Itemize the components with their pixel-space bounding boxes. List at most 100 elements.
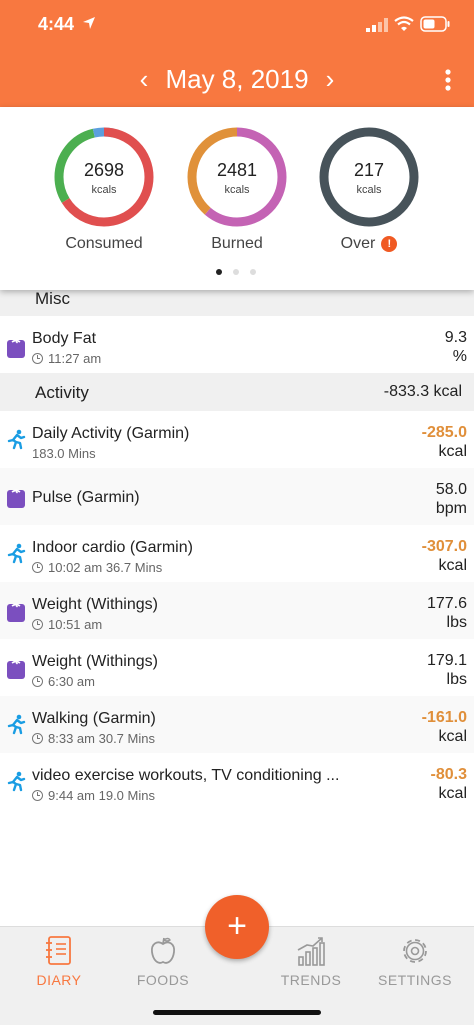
entry-value: 179.1 [426, 652, 467, 669]
entry-meta: 183.0 Mins [32, 446, 96, 461]
section-total: -833.3 kcal [383, 383, 462, 400]
running-icon [7, 429, 26, 450]
list-item[interactable]: Weight (Withings) 10:51 am 177.6 lbs [0, 582, 474, 639]
list-item[interactable]: Weight (Withings) 6:30 am 179.1 lbs [0, 639, 474, 696]
entry-name: Walking (Garmin) [32, 710, 156, 727]
tab-foods[interactable]: FOODS [118, 935, 208, 995]
entry-unit: bpm [435, 500, 467, 517]
over-value: 217 [353, 160, 385, 180]
entry-unit: % [452, 348, 467, 365]
running-icon [7, 771, 26, 792]
clock-icon [32, 562, 43, 573]
entry-unit: kcal [438, 728, 467, 745]
tab-label: TRENDS [280, 972, 342, 988]
home-indicator[interactable] [153, 1010, 321, 1015]
page-dot-active [216, 269, 222, 275]
entry-value: -161.0 [421, 709, 467, 726]
entry-value: 58.0 [435, 481, 467, 498]
wifi-icon [394, 16, 414, 31]
clock-icon [32, 619, 43, 630]
section-header-activity: Activity -833.3 kcal [0, 373, 474, 411]
list-item[interactable]: Indoor cardio (Garmin) 10:02 am 36.7 Min… [0, 525, 474, 582]
list-item[interactable]: Walking (Garmin) 8:33 am 30.7 Mins -161.… [0, 696, 474, 753]
header-bar: 4:44 ‹ May 8, 2019 › [0, 0, 474, 107]
entry-name: Pulse (Garmin) [32, 489, 140, 506]
tab-label: SETTINGS [377, 972, 452, 988]
consumed-unit: kcals [91, 184, 117, 196]
gear-icon [403, 939, 427, 963]
clock-icon [32, 733, 43, 744]
tab-label: FOODS [136, 972, 190, 988]
entry-meta: 6:30 am [32, 674, 95, 689]
tab-trends[interactable]: TRENDS [266, 935, 356, 995]
page-indicator [214, 269, 264, 277]
consumed-label: Consumed [65, 235, 143, 252]
over-label: Over! [294, 235, 444, 253]
entry-name: video exercise workouts, TV conditioning… [32, 767, 340, 784]
add-entry-button[interactable]: + [205, 895, 269, 959]
entry-value: -285.0 [421, 424, 467, 441]
next-day-button[interactable]: › [320, 62, 340, 96]
entry-name: Weight (Withings) [32, 653, 158, 670]
entry-name: Indoor cardio (Garmin) [32, 539, 193, 556]
tab-diary[interactable]: DIARY [14, 935, 104, 995]
clock-icon [32, 676, 43, 687]
scale-icon [7, 339, 25, 358]
calorie-summary-panel[interactable]: 2698 kcals Consumed 2481 kcals Burned 21… [0, 107, 474, 290]
alert-icon: ! [381, 236, 398, 252]
section-header-misc: Misc [0, 290, 474, 316]
entry-name: Daily Activity (Garmin) [32, 425, 190, 442]
entry-meta: 8:33 am 30.7 Mins [32, 731, 155, 746]
entry-unit: lbs [446, 614, 467, 631]
running-icon [7, 543, 26, 564]
scale-icon [7, 603, 25, 622]
current-date[interactable]: May 8, 2019 [158, 62, 316, 96]
diary-icon [46, 936, 71, 965]
date-navigator: ‹ May 8, 2019 › [0, 58, 474, 102]
entry-meta: 10:02 am 36.7 Mins [32, 560, 162, 575]
entry-name: Body Fat [32, 330, 97, 347]
page-dot [233, 269, 239, 275]
diary-list[interactable]: Misc Body Fat 11:27 am 9.3 % Activity -8… [0, 290, 474, 925]
location-arrow-icon [83, 17, 95, 29]
list-item[interactable]: Daily Activity (Garmin) 183.0 Mins -285.… [0, 411, 474, 468]
apple-icon [151, 937, 175, 964]
section-title: Activity [35, 383, 89, 402]
running-icon [7, 714, 26, 735]
status-time: 4:44 [38, 14, 75, 34]
battery-icon [420, 16, 450, 32]
scale-icon [7, 489, 25, 508]
list-item[interactable]: Body Fat 11:27 am 9.3 % [0, 316, 474, 373]
over-ring[interactable]: 217 kcals Over! [314, 122, 424, 262]
burned-ring[interactable]: 2481 kcals Burned [182, 122, 292, 262]
entry-meta: 10:51 am [32, 617, 102, 632]
entry-unit: kcal [438, 785, 467, 802]
scale-icon [7, 660, 25, 679]
more-menu-icon[interactable] [440, 68, 456, 92]
page-dot [250, 269, 256, 275]
consumed-ring[interactable]: 2698 kcals Consumed [49, 122, 159, 262]
entry-value: 9.3 [444, 329, 467, 346]
tab-settings[interactable]: SETTINGS [370, 935, 460, 995]
burned-label: Burned [211, 235, 263, 252]
consumed-value: 2698 [83, 160, 125, 180]
trends-icon [297, 937, 325, 966]
entry-meta: 9:44 am 19.0 Mins [32, 788, 155, 803]
entry-name: Weight (Withings) [32, 596, 158, 613]
clock-icon [32, 353, 43, 364]
status-bar: 4:44 [0, 0, 474, 50]
list-item[interactable]: video exercise workouts, TV conditioning… [0, 753, 474, 810]
entry-unit: kcal [438, 557, 467, 574]
entry-meta: 11:27 am [32, 351, 101, 366]
clock-icon [32, 790, 43, 801]
over-unit: kcals [356, 184, 382, 196]
burned-value: 2481 [216, 160, 258, 180]
list-item[interactable]: Pulse (Garmin) 58.0 bpm [0, 468, 474, 525]
section-title: Misc [35, 290, 70, 308]
burned-unit: kcals [224, 184, 250, 196]
previous-day-button[interactable]: ‹ [134, 62, 154, 96]
entry-unit: lbs [446, 671, 467, 688]
tab-label: DIARY [36, 972, 82, 988]
entry-value: -80.3 [430, 766, 467, 783]
entry-value: 177.6 [426, 595, 467, 612]
